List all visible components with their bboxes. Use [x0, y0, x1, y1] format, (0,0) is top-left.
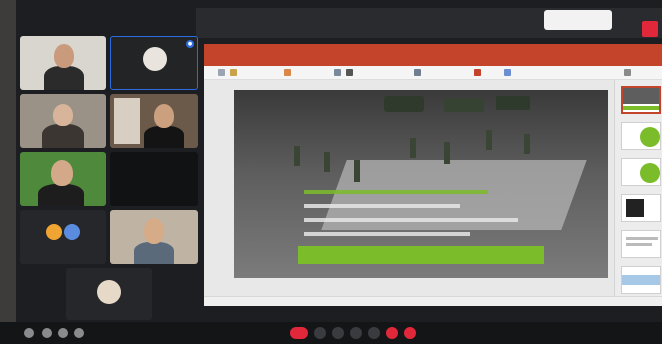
slide-editing-area[interactable] — [204, 80, 614, 296]
participant-video — [144, 126, 184, 148]
participant-tile[interactable] — [110, 210, 198, 264]
mic-icon[interactable] — [404, 327, 416, 339]
video-call-screen: ● — [0, 0, 662, 344]
participant-avatar — [97, 280, 121, 304]
shared-screen — [204, 44, 662, 306]
slide-thumbnail[interactable] — [621, 122, 661, 150]
ribbon-tabs[interactable] — [204, 56, 662, 66]
status-bar — [204, 296, 662, 306]
app-title-bar — [204, 44, 662, 56]
screen-share-icon[interactable] — [350, 327, 362, 339]
more-icon[interactable] — [314, 327, 326, 339]
speaker-caption-text — [298, 246, 544, 264]
slide-thumbnail[interactable] — [621, 230, 661, 258]
slide-title-line — [304, 218, 518, 222]
toy-soldier-image — [486, 130, 492, 150]
participant-tile[interactable] — [20, 94, 106, 148]
participant-tile[interactable] — [20, 210, 106, 264]
participant-tile[interactable] — [20, 152, 106, 206]
participant-face — [144, 218, 164, 244]
toy-truck-image — [496, 96, 530, 110]
toy-soldier-image — [524, 134, 530, 154]
toy-soldier-image — [444, 142, 450, 164]
align-icon[interactable] — [414, 69, 421, 76]
toy-truck-image — [444, 98, 484, 112]
toy-soldier-image — [324, 152, 330, 172]
slide-thumbnail-pane — [614, 80, 662, 296]
new-slide-icon[interactable] — [284, 69, 291, 76]
people-icon[interactable] — [24, 328, 34, 338]
layout-icon[interactable] — [42, 328, 52, 338]
participant-tile[interactable] — [110, 152, 198, 206]
raise-hand-icon[interactable] — [332, 327, 344, 339]
participant-video — [42, 124, 84, 148]
ribbon-toolbar — [204, 66, 662, 80]
call-controls-bar — [0, 322, 662, 344]
slide-thumbnail[interactable] — [621, 194, 661, 222]
toy-soldier-image — [410, 138, 416, 158]
notification-pill[interactable] — [544, 10, 612, 30]
slide-title-line — [304, 204, 460, 208]
find-icon[interactable] — [624, 69, 631, 76]
slide-title-line — [304, 190, 488, 194]
participant-tile[interactable] — [20, 36, 106, 90]
paste-icon[interactable] — [230, 69, 237, 76]
participant-avatar — [143, 47, 167, 71]
shapes-icon[interactable] — [474, 69, 481, 76]
qr-code-icon — [626, 199, 644, 217]
initials-avatar — [64, 224, 80, 240]
call-top-bar — [196, 8, 662, 38]
cut-icon[interactable] — [218, 69, 225, 76]
room-background-edge — [0, 0, 16, 322]
hang-up-icon[interactable] — [290, 327, 308, 339]
bold-icon[interactable] — [346, 69, 353, 76]
participant-face — [53, 104, 73, 126]
participant-face — [51, 160, 73, 186]
camera-icon[interactable] — [386, 327, 398, 339]
font-icon[interactable] — [334, 69, 341, 76]
arrange-icon[interactable] — [504, 69, 511, 76]
toy-soldier-image — [354, 160, 360, 182]
speaker-caption-band — [298, 246, 544, 264]
chat-icon[interactable] — [58, 328, 68, 338]
stop-presenting-button[interactable] — [642, 21, 658, 37]
participant-tile[interactable] — [110, 94, 198, 148]
captions-icon[interactable] — [368, 327, 380, 339]
bookshelf-background — [114, 98, 140, 144]
toy-tank-image — [384, 96, 424, 112]
slide-thumbnail[interactable] — [621, 266, 661, 294]
info-icon[interactable] — [74, 328, 84, 338]
current-slide[interactable] — [234, 90, 608, 278]
participant-face — [154, 104, 174, 128]
slide-thumbnail[interactable] — [621, 158, 661, 186]
initials-avatar — [46, 224, 62, 240]
slide-thumbnail[interactable] — [621, 86, 661, 114]
mic-icon: ● — [186, 40, 194, 48]
slide-title-line — [304, 232, 470, 236]
participant-video — [134, 242, 174, 264]
toy-soldier-image — [294, 146, 300, 166]
participant-face — [54, 44, 74, 68]
participant-tile[interactable]: ● — [110, 36, 198, 90]
participant-tile[interactable] — [66, 268, 152, 320]
participant-video — [44, 66, 84, 90]
participant-video — [38, 184, 84, 206]
